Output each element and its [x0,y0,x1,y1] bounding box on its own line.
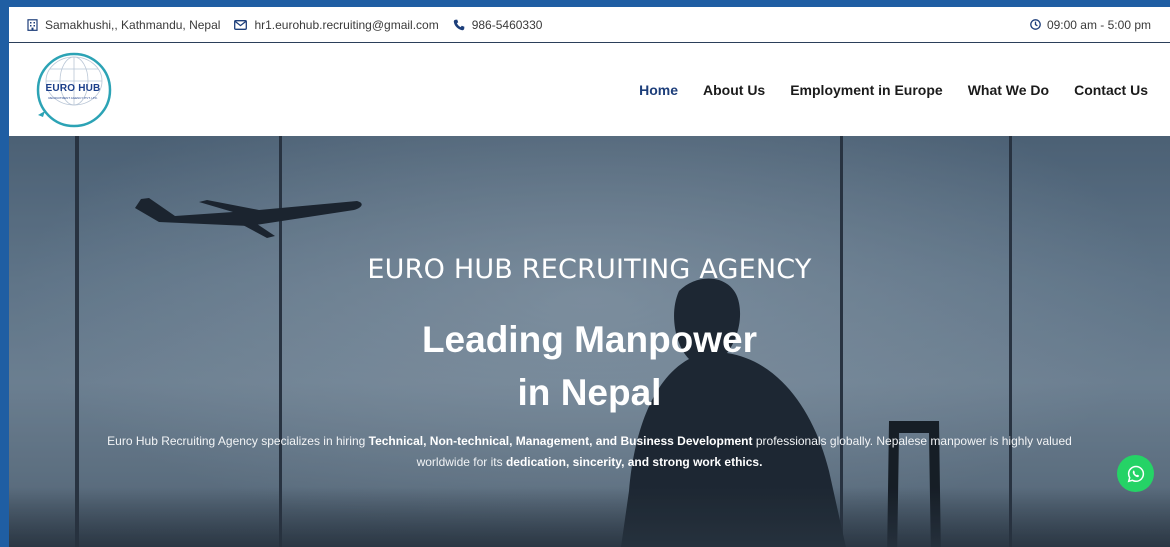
nav-about-us[interactable]: About Us [703,82,765,98]
hero-content: EURO HUB RECRUITING AGENCY Leading Manpo… [9,254,1170,473]
nav-employment-in-europe[interactable]: Employment in Europe [790,82,942,98]
phone-link[interactable]: 986-5460330 [472,18,543,32]
hero-desc-bold: Technical, Non-technical, Management, an… [368,434,753,448]
page-frame: Samakhushi,, Kathmandu, Nepal hr1.eurohu… [9,7,1170,547]
nav-what-we-do[interactable]: What We Do [968,82,1049,98]
opening-hours: 09:00 am - 5:00 pm [1030,18,1151,32]
email-link[interactable]: hr1.eurohub.recruiting@gmail.com [254,18,438,32]
hero-desc-text: Euro Hub Recruiting Agency specializes i… [107,434,369,448]
top-info-bar: Samakhushi,, Kathmandu, Nepal hr1.eurohu… [9,7,1170,43]
address-item: Samakhushi,, Kathmandu, Nepal [27,18,220,32]
address-text: Samakhushi,, Kathmandu, Nepal [45,17,221,32]
nav-home[interactable]: Home [639,82,678,98]
hours-text: 09:00 am - 5:00 pm [1046,17,1151,32]
nav-contact-us[interactable]: Contact Us [1074,82,1148,98]
building-icon [27,18,38,31]
hero-description: Euro Hub Recruiting Agency specializes i… [95,431,1085,473]
phone-icon [453,19,465,30]
hero-title: Leading Manpower in Nepal [9,313,1170,419]
logo-subtitle: RECRUITMENT AGENCY PVT. LTD. [48,95,98,100]
logo-title: EURO HUB [45,82,101,94]
whatsapp-icon [1127,465,1144,482]
site-logo[interactable]: EURO HUB RECRUITMENT AGENCY PVT. LTD. [33,51,115,129]
hero-title-line-1: Leading Manpower [421,319,758,360]
hero-desc-bold: dedication, sincerity, and strong work e… [505,455,763,469]
hero-title-line-2: in Nepal [517,372,662,413]
whatsapp-chat-button[interactable] [1117,455,1154,492]
hero-kicker: EURO HUB RECRUITING AGENCY [367,254,812,285]
hero-section: EURO HUB RECRUITING AGENCY Leading Manpo… [9,136,1170,547]
email-item[interactable]: hr1.eurohub.recruiting@gmail.com [234,18,439,32]
envelope-icon [234,19,248,30]
main-nav: Home About Us Employment in Europe What … [614,82,1148,98]
site-header: EURO HUB RECRUITMENT AGENCY PVT. LTD. Ho… [9,43,1170,136]
contact-info: Samakhushi,, Kathmandu, Nepal hr1.eurohu… [27,18,556,32]
phone-item[interactable]: 986-5460330 [453,18,543,32]
clock-icon [1030,19,1041,30]
